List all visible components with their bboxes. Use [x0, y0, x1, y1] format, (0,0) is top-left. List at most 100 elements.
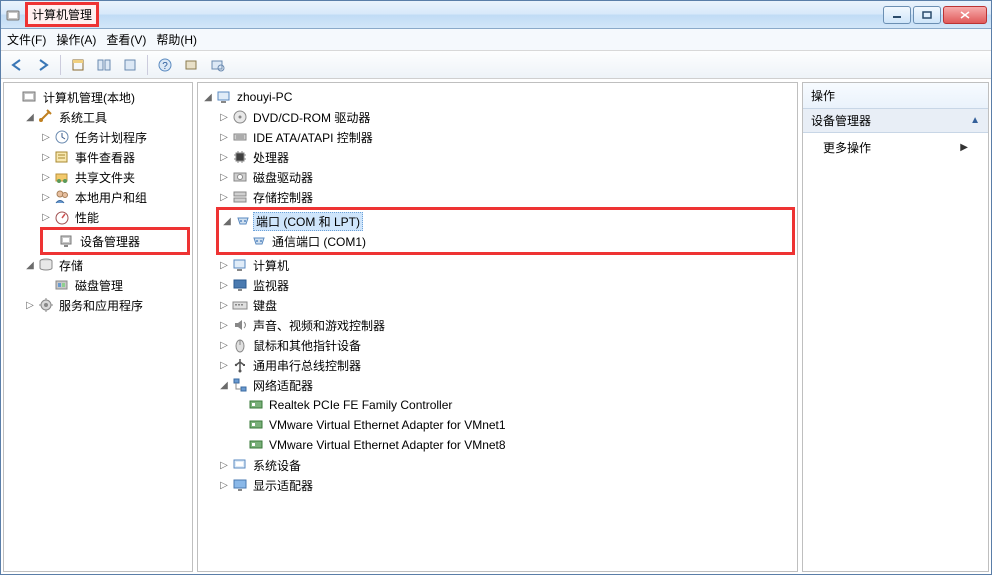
- minimize-button[interactable]: [883, 6, 911, 24]
- expander-icon[interactable]: ▷: [40, 191, 52, 203]
- close-button[interactable]: [943, 6, 987, 24]
- window-title: 计算机管理: [25, 2, 99, 27]
- expander-icon[interactable]: ▷: [24, 299, 36, 311]
- devtree-display[interactable]: ▷显示适配器: [218, 475, 795, 495]
- expander-icon[interactable]: ▷: [218, 111, 230, 123]
- devtree-audio[interactable]: ▷声音、视频和游戏控制器: [218, 315, 795, 335]
- devtree-computer[interactable]: ▷计算机: [218, 255, 795, 275]
- tools-icon: [38, 109, 54, 125]
- tree-root[interactable]: 计算机管理(本地): [8, 87, 190, 107]
- expander-icon[interactable]: ◢: [24, 111, 36, 123]
- tree-event-viewer[interactable]: ▷ 事件查看器: [40, 147, 190, 167]
- collapse-icon: ▲: [970, 115, 980, 126]
- expander-icon[interactable]: ◢: [221, 215, 233, 227]
- expander-icon[interactable]: ▷: [40, 151, 52, 163]
- cpu-icon: [232, 149, 248, 165]
- devtree-keyboard[interactable]: ▷键盘: [218, 295, 795, 315]
- actions-section[interactable]: 设备管理器 ▲: [803, 109, 988, 133]
- tree-label: 网络适配器: [250, 376, 316, 395]
- expander-icon[interactable]: ▷: [40, 131, 52, 143]
- devtree-net3[interactable]: VMware Virtual Ethernet Adapter for VMne…: [234, 435, 795, 455]
- tree-system-tools[interactable]: ◢ 系统工具: [24, 107, 190, 127]
- back-button[interactable]: [5, 54, 29, 76]
- expander-icon[interactable]: ▷: [218, 299, 230, 311]
- devtree-cpu[interactable]: ▷处理器: [218, 147, 795, 167]
- menu-help[interactable]: 帮助(H): [156, 31, 197, 48]
- tree-label: 通用串行总线控制器: [250, 356, 364, 375]
- expander-icon[interactable]: ▷: [218, 479, 230, 491]
- devtree-ide[interactable]: ▷IDE ATA/ATAPI 控制器: [218, 127, 795, 147]
- nic-icon: [248, 397, 264, 413]
- devtree-com1[interactable]: 通信端口 (COM1): [237, 231, 790, 251]
- toolbar-btn-5[interactable]: [205, 54, 229, 76]
- tree-local-users[interactable]: ▷本地用户和组: [40, 187, 190, 207]
- expander-icon[interactable]: ▷: [218, 459, 230, 471]
- tree-label: 服务和应用程序: [56, 296, 146, 315]
- expander-icon[interactable]: ▷: [218, 259, 230, 271]
- expander-icon[interactable]: ▷: [218, 279, 230, 291]
- toolbar-btn-1[interactable]: [66, 54, 90, 76]
- toolbar-btn-4[interactable]: [179, 54, 203, 76]
- toolbar-btn-3[interactable]: [118, 54, 142, 76]
- tree-device-manager[interactable]: 设备管理器: [45, 231, 185, 251]
- devtree-root[interactable]: ◢zhouyi-PC: [202, 87, 795, 107]
- expander-icon[interactable]: ▷: [218, 359, 230, 371]
- tree-storage[interactable]: ◢ 存储: [24, 255, 190, 275]
- devtree-storagectrl[interactable]: ▷存储控制器: [218, 187, 795, 207]
- help-button[interactable]: ?: [153, 54, 177, 76]
- expander-icon[interactable]: ◢: [202, 91, 214, 103]
- tree-disk-mgmt[interactable]: 磁盘管理: [40, 275, 190, 295]
- port-icon: [235, 213, 251, 229]
- devtree-dvd[interactable]: ▷DVD/CD-ROM 驱动器: [218, 107, 795, 127]
- expander-icon[interactable]: ▷: [218, 151, 230, 163]
- expander-icon[interactable]: ◢: [24, 259, 36, 271]
- actions-more[interactable]: 更多操作 ▶: [803, 133, 988, 162]
- computer-icon: [232, 257, 248, 273]
- tree-services-apps[interactable]: ▷ 服务和应用程序: [24, 295, 190, 315]
- expander-icon[interactable]: ▷: [40, 211, 52, 223]
- tree-label: Realtek PCIe FE Family Controller: [266, 397, 455, 413]
- tree-label: 存储: [56, 256, 86, 275]
- devtree-monitor[interactable]: ▷监视器: [218, 275, 795, 295]
- window-controls: [883, 6, 987, 24]
- forward-button[interactable]: [31, 54, 55, 76]
- maximize-button[interactable]: [913, 6, 941, 24]
- clock-icon: [54, 129, 70, 145]
- perf-icon: [54, 209, 70, 225]
- storagectrl-icon: [232, 189, 248, 205]
- network-icon: [232, 377, 248, 393]
- ide-icon: [232, 129, 248, 145]
- tree-performance[interactable]: ▷性能: [40, 207, 190, 227]
- window: 计算机管理 文件(F) 操作(A) 查看(V) 帮助(H) ?: [0, 0, 992, 575]
- expander-icon[interactable]: ▷: [40, 171, 52, 183]
- expander-icon[interactable]: ▷: [218, 131, 230, 143]
- left-pane: 计算机管理(本地) ◢ 系统工具 ▷任务计划程序: [3, 82, 193, 572]
- expander-icon[interactable]: ▷: [218, 319, 230, 331]
- devtree-net1[interactable]: Realtek PCIe FE Family Controller: [234, 395, 795, 415]
- actions-section-label: 设备管理器: [811, 112, 871, 129]
- tree-task-scheduler[interactable]: ▷任务计划程序: [40, 127, 190, 147]
- audio-icon: [232, 317, 248, 333]
- menu-action[interactable]: 操作(A): [56, 31, 96, 48]
- expander-icon[interactable]: ▷: [218, 191, 230, 203]
- devtree-net[interactable]: ◢ 网络适配器: [218, 375, 795, 395]
- toolbar-btn-2[interactable]: [92, 54, 116, 76]
- devtree-diskdrives[interactable]: ▷磁盘驱动器: [218, 167, 795, 187]
- expander-icon[interactable]: ▷: [218, 339, 230, 351]
- devtree-usb[interactable]: ▷ 通用串行总线控制器: [218, 355, 795, 375]
- tree-label: 事件查看器: [72, 148, 138, 167]
- tree-label: 磁盘管理: [72, 276, 126, 295]
- computer-icon: [216, 89, 232, 105]
- diskdrive-icon: [232, 169, 248, 185]
- devtree-ports[interactable]: ◢端口 (COM 和 LPT): [221, 211, 790, 231]
- computer-mgmt-icon: [22, 89, 38, 105]
- menu-file[interactable]: 文件(F): [7, 31, 46, 48]
- expander-icon[interactable]: ◢: [218, 379, 230, 391]
- devtree-net2[interactable]: VMware Virtual Ethernet Adapter for VMne…: [234, 415, 795, 435]
- menu-view[interactable]: 查看(V): [106, 31, 146, 48]
- devtree-sysdev[interactable]: ▷系统设备: [218, 455, 795, 475]
- tree-shared-folders[interactable]: ▷共享文件夹: [40, 167, 190, 187]
- expander-icon[interactable]: ▷: [218, 171, 230, 183]
- devtree-mouse[interactable]: ▷鼠标和其他指针设备: [218, 335, 795, 355]
- mmc-tree: 计算机管理(本地) ◢ 系统工具 ▷任务计划程序: [4, 83, 192, 319]
